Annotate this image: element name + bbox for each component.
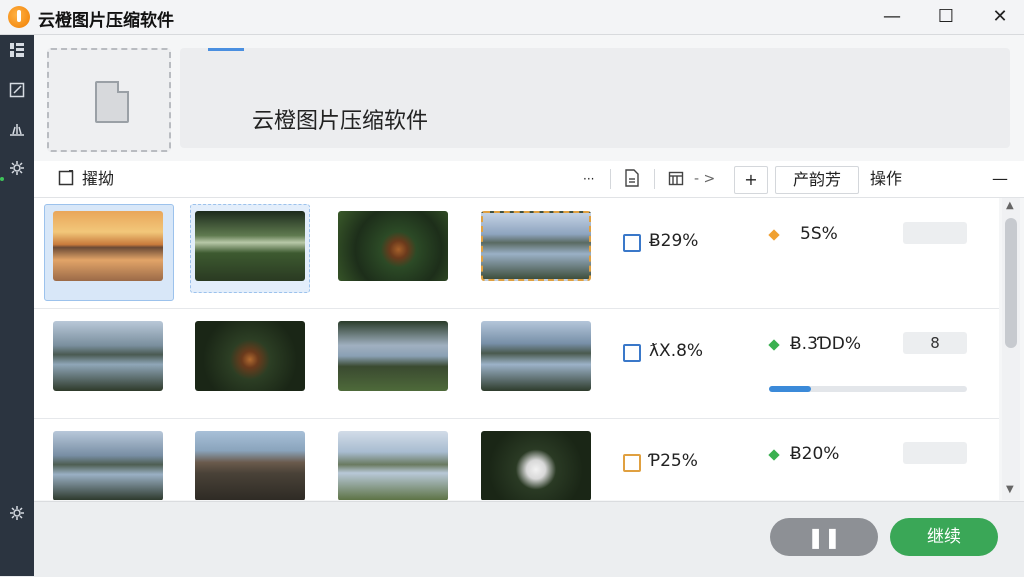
table-row[interactable]: Ƥ25% Ƀ20% xyxy=(34,418,999,500)
thumbnail[interactable] xyxy=(338,431,448,500)
banner: 云橙图片压缩软件 xyxy=(180,48,1010,148)
sidebar xyxy=(0,35,34,576)
arrow-icon[interactable]: - > xyxy=(694,161,715,197)
scroll-down-icon[interactable]: ▼ xyxy=(1006,484,1014,495)
scroll-up-icon[interactable]: ▲ xyxy=(1006,200,1014,211)
minimize-button[interactable]: — xyxy=(872,4,912,30)
bottom-bar: ❚❚ 继续 xyxy=(34,501,1024,577)
calendar-icon[interactable] xyxy=(668,161,684,197)
produce-dropdown[interactable]: 产韵芳 xyxy=(775,166,859,194)
file-icon xyxy=(95,81,129,123)
thumbnail[interactable] xyxy=(53,321,163,391)
edit-icon[interactable] xyxy=(0,78,34,108)
layout-icon[interactable] xyxy=(0,38,34,68)
row-pill[interactable]: 8 xyxy=(903,332,967,354)
thumbnail[interactable] xyxy=(195,211,305,281)
status-diamond-icon xyxy=(768,449,780,461)
table-row[interactable]: ƛX.8% Ƀ.3ƊD% 8 xyxy=(34,308,999,419)
continue-button[interactable]: 继续 xyxy=(890,518,998,556)
thumbnail[interactable] xyxy=(481,431,591,500)
row-percent: Ƀ29% xyxy=(649,231,699,251)
thumbnail[interactable] xyxy=(338,321,448,391)
chart-icon[interactable] xyxy=(0,117,34,147)
thumbnail[interactable] xyxy=(481,321,591,391)
banner-title: 云橙图片压缩软件 xyxy=(252,109,429,134)
select-label[interactable]: 擢拗 xyxy=(82,161,114,197)
thumbnail[interactable] xyxy=(53,431,163,500)
document-icon[interactable] xyxy=(624,161,640,197)
select-checkbox-icon[interactable] xyxy=(58,161,74,197)
gear-icon[interactable] xyxy=(0,501,34,531)
title-bar: 云橙图片压缩软件 — ☐ ✕ xyxy=(0,0,1024,35)
row-checkbox[interactable] xyxy=(623,234,641,252)
row-status: Ƀ20% xyxy=(790,444,840,464)
status-diamond-icon xyxy=(768,339,780,351)
settings-icon[interactable] xyxy=(0,156,34,186)
row-progress-fill xyxy=(769,386,811,392)
image-list: Ƀ29% 5S% ƛX.8% Ƀ.3ƊD% 8 Ƥ25% Ƀ20% xyxy=(34,198,999,500)
row-status: 5S% xyxy=(800,224,838,244)
thumbnail[interactable] xyxy=(338,211,448,281)
add-button[interactable]: + xyxy=(734,166,768,194)
banner-accent xyxy=(208,48,244,51)
collapse-icon[interactable]: — xyxy=(992,161,1008,197)
close-button[interactable]: ✕ xyxy=(980,4,1020,30)
status-diamond-icon xyxy=(768,229,780,241)
window-title: 云橙图片压缩软件 xyxy=(38,11,174,31)
scroll-thumb[interactable] xyxy=(1005,218,1017,348)
row-status: Ƀ.3ƊD% xyxy=(790,334,862,354)
main-content: 云橙图片压缩软件 擢拗 ··· - > + 产韵芳 操作 — Ƀ29% 5S% … xyxy=(34,35,1024,577)
scrollbar[interactable]: ▲ ▼ xyxy=(1002,198,1020,500)
thumbnail[interactable] xyxy=(481,211,591,281)
row-percent: Ƥ25% xyxy=(649,451,698,471)
row-progress xyxy=(769,386,967,392)
maximize-button[interactable]: ☐ xyxy=(926,4,966,30)
app-logo-icon xyxy=(8,6,30,28)
toolbar: 擢拗 ··· - > + 产韵芳 操作 — xyxy=(34,161,1024,198)
row-pill[interactable] xyxy=(903,442,967,464)
row-checkbox[interactable] xyxy=(623,454,641,472)
operation-label: 操作 xyxy=(870,169,903,188)
row-percent: ƛX.8% xyxy=(649,341,704,361)
table-row[interactable]: Ƀ29% 5S% xyxy=(34,198,999,309)
row-pill[interactable] xyxy=(903,222,967,244)
row-checkbox[interactable] xyxy=(623,344,641,362)
drop-zone[interactable] xyxy=(47,48,171,152)
thumbnail[interactable] xyxy=(195,431,305,500)
pause-button[interactable]: ❚❚ xyxy=(770,518,878,556)
thumbnail[interactable] xyxy=(53,211,163,281)
more-icon[interactable]: ··· xyxy=(583,161,594,197)
thumbnail[interactable] xyxy=(195,321,305,391)
